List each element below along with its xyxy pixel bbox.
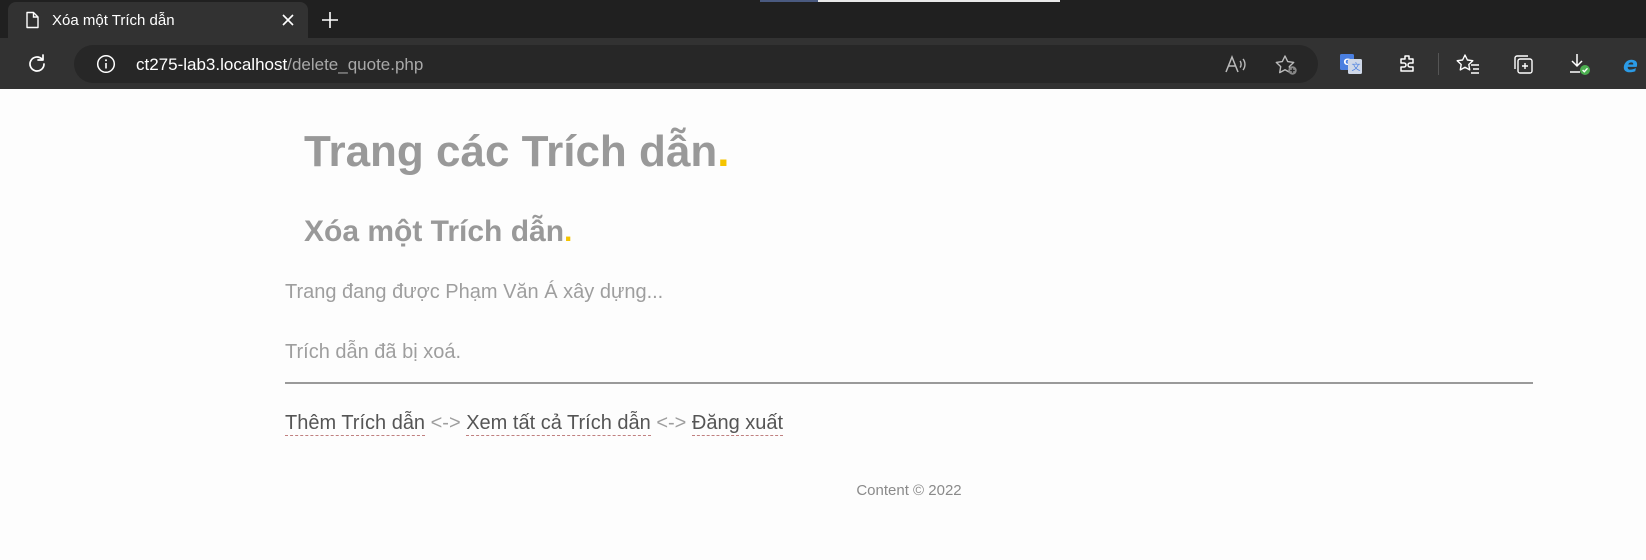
nav-separator: <-> (430, 412, 461, 434)
add-favorite-icon[interactable] (1274, 54, 1298, 76)
url-host: ct275-lab3.localhost (136, 55, 288, 74)
page-title: Trang các Trích dẫn. (304, 127, 730, 177)
extensions-icon[interactable] (1395, 51, 1421, 77)
read-aloud-icon[interactable] (1224, 54, 1248, 76)
close-icon[interactable] (278, 10, 298, 30)
downloads-icon[interactable] (1566, 51, 1592, 77)
footer-copyright: Content © 2022 (856, 482, 962, 499)
page-subtitle-text: Xóa một Trích dẫn (304, 215, 565, 248)
view-all-quotes-link[interactable]: Xem tất cả Trích dẫn (466, 412, 651, 436)
browser-tab[interactable]: Xóa một Trích dẫn (8, 2, 308, 38)
info-icon[interactable] (96, 54, 116, 74)
svg-text:e: e (1623, 53, 1638, 77)
favorites-icon[interactable] (1455, 51, 1481, 77)
tab-title: Xóa một Trích dẫn (52, 11, 175, 29)
svg-text:文: 文 (1352, 61, 1361, 73)
address-url[interactable]: ct275-lab3.localhost/delete_quote.php (136, 55, 423, 75)
page-title-text: Trang các Trích dẫn (304, 127, 718, 176)
add-quote-link[interactable]: Thêm Trích dẫn (285, 412, 426, 436)
refresh-icon[interactable] (24, 51, 50, 77)
status-line: Trang đang được Phạm Văn Á xây dựng... (285, 281, 664, 303)
ie-mode-icon[interactable]: e (1620, 51, 1646, 77)
translate-icon[interactable]: G文 (1338, 51, 1364, 77)
tab-bar: Xóa một Trích dẫn (0, 0, 1646, 38)
tab-strip-indicator (760, 0, 1060, 2)
new-tab-icon[interactable] (316, 6, 344, 34)
nav-separator: <-> (656, 412, 687, 434)
page-subtitle: Xóa một Trích dẫn. (304, 215, 572, 249)
page-subtitle-dot: . (564, 215, 573, 248)
page-content: Trang các Trích dẫn. Xóa một Trích dẫn. … (0, 89, 1646, 560)
document-icon (22, 10, 42, 30)
url-path: /delete_quote.php (287, 55, 424, 74)
nav-links: Thêm Trích dẫn <-> Xem tất cả Trích dẫn … (285, 412, 784, 436)
divider (285, 382, 1533, 384)
toolbar-divider (1438, 53, 1439, 75)
logout-link[interactable]: Đăng xuất (691, 412, 784, 436)
page-title-dot: . (717, 127, 730, 176)
delete-message: Trích dẫn đã bị xoá. (285, 341, 462, 363)
address-bar[interactable]: ct275-lab3.localhost/delete_quote.php (74, 45, 1318, 83)
browser-toolbar: ct275-lab3.localhost/delete_quote.php G文… (0, 38, 1646, 89)
collections-icon[interactable] (1510, 51, 1536, 77)
